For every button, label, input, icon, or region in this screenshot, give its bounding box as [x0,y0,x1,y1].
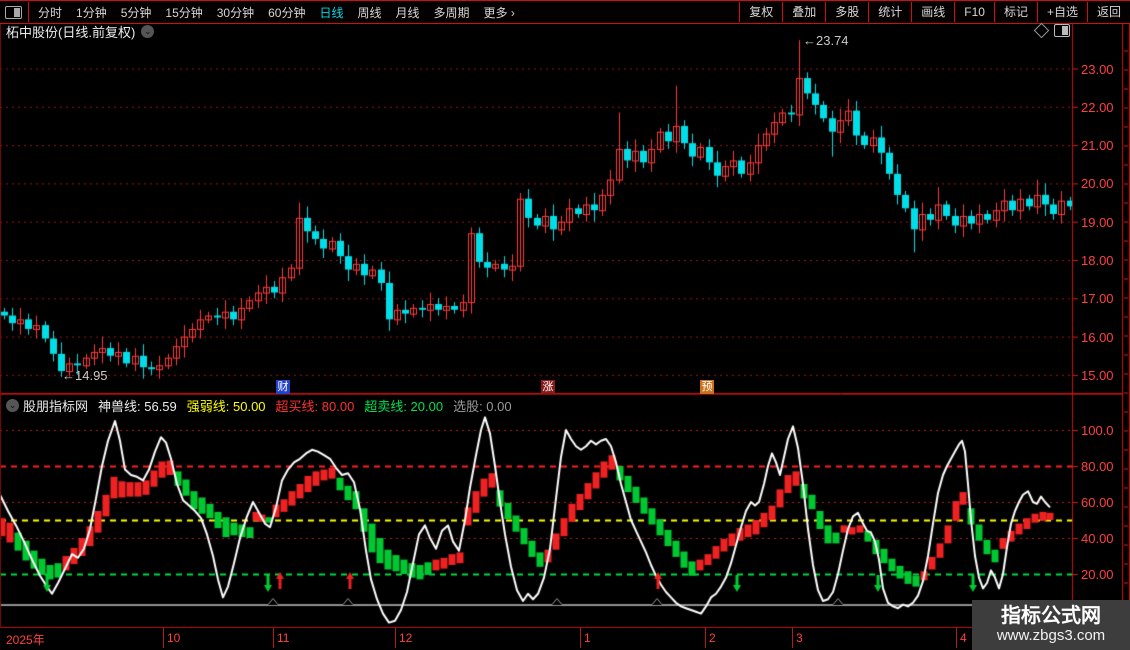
month-label: 2025年 [6,633,45,647]
function-button-5[interactable]: F10 [954,2,994,22]
indicator-tick: 80.00 [1081,459,1114,474]
watermark: 指标公式网 www.zbgs3.com [972,600,1130,650]
event-tag[interactable]: 预 [700,380,714,394]
function-button-6[interactable]: 标记 [993,2,1037,22]
function-button-7[interactable]: +自选 [1036,2,1087,22]
event-tag[interactable]: 财 [276,380,290,394]
split-view-icon[interactable] [1054,24,1070,37]
window-split-icon[interactable] [5,5,22,19]
price-tick: 18.00 [1081,253,1114,268]
price-tick: 19.00 [1081,214,1114,230]
indicator-tick: 20.00 [1081,567,1114,582]
top-toolbar: 分时 1分钟 5分钟 15分钟 30分钟 60分钟 日线 周线 月线 多周期 更多 › 复权 叠加 多股… [0,0,1130,24]
function-button-1[interactable]: 叠加 [782,2,825,22]
function-button-8[interactable]: 返回 [1086,2,1130,22]
period-tab-3[interactable]: 15分钟 [158,4,209,21]
period-tab-9[interactable]: 多周期 [427,4,477,21]
price-tick: 16.00 [1081,329,1114,345]
function-button-3[interactable]: 统计 [868,2,911,22]
period-tab-7[interactable]: 周线 [350,4,388,21]
indicator-value-2: 超买线: 80.00 [275,398,355,414]
diamond-icon[interactable] [1033,22,1050,39]
chart-view-icons [1033,22,1070,39]
price-tick: 21.00 [1081,138,1114,154]
chevron-down-icon[interactable]: ⌄ [141,24,155,38]
month-separator [395,628,396,648]
indicator-tick: 60.00 [1081,495,1114,510]
chart-canvas[interactable] [0,0,1130,650]
indicator-source: 股朋指标网 [23,398,89,414]
month-label: 10 [167,631,181,645]
indicator-value-0: 神兽线: 56.59 [98,398,177,414]
price-tick: 15.00 [1081,367,1114,383]
function-button-2[interactable]: 多股 [825,2,868,22]
event-tag[interactable]: 涨 [541,380,555,394]
period-tab-4[interactable]: 30分钟 [210,4,261,21]
price-tick: 17.00 [1081,291,1114,307]
period-tabs: 分时 1分钟 5分钟 15分钟 30分钟 60分钟 日线 周线 月线 多周期 更多 › [31,4,522,21]
page-title: 柘中股份(日线.前复权) [6,24,136,40]
indicator-header: ⌄ 股朋指标网 神兽线: 56.59 强弱线: 50.00 超买线: 80.00 超卖… [0,396,1070,414]
watermark-title: 指标公式网 [1001,605,1101,627]
month-separator [792,628,793,648]
low-annotation: ←14.95 [62,368,108,383]
title-row: 柘中股份(日线.前复权) ⌄ [0,22,1122,40]
date-axis[interactable]: 2025年 10 11 12 1 2 3 4 [0,628,1130,650]
month-separator [163,628,164,648]
collapse-icon[interactable]: ⌄ [6,398,19,412]
month-label: 12 [399,631,413,645]
indicator-values: 神兽线: 56.59 强弱线: 50.00 超买线: 80.00 超卖线: 20.00… [88,396,512,415]
price-tick: 23.00 [1081,61,1114,77]
month-separator [705,628,706,648]
month-label: 4 [960,631,967,645]
function-button-0[interactable]: 复权 [739,2,782,22]
price-tick: 22.00 [1081,99,1114,115]
month-separator [580,628,581,648]
trading-terminal: { "toolbar": { "left_items": ["分时","1分钟"… [0,0,1130,650]
period-tab-5[interactable]: 60分钟 [261,4,312,21]
month-separator [273,628,274,648]
month-separator [956,628,957,648]
indicator-value-4: 选股: 0.00 [453,398,512,414]
indicator-tick: 40.00 [1081,531,1114,546]
toolbar-divider [28,2,29,22]
indicator-value-3: 超卖线: 20.00 [364,398,444,414]
period-tab-0[interactable]: 分时 [31,4,69,21]
watermark-url: www.zbgs3.com [996,627,1106,644]
period-tab-6[interactable]: 日线 [312,4,350,21]
indicator-value-1: 强弱线: 50.00 [186,398,266,414]
price-tick: 20.00 [1081,176,1114,192]
function-button-4[interactable]: 画线 [911,2,954,22]
indicator-tick: 100.0 [1081,423,1114,438]
month-label: 11 [277,631,290,645]
period-tab-10[interactable]: 更多 › [477,4,522,21]
period-tab-2[interactable]: 5分钟 [114,4,159,21]
month-label: 2 [709,631,716,645]
period-tab-8[interactable]: 月线 [389,4,427,21]
function-buttons: 复权 叠加 多股 统计 画线 F10 标记 +自选 返回 [739,1,1130,23]
month-label: 1 [584,631,591,645]
month-label: 3 [796,631,803,645]
period-tab-1[interactable]: 1分钟 [69,4,114,21]
